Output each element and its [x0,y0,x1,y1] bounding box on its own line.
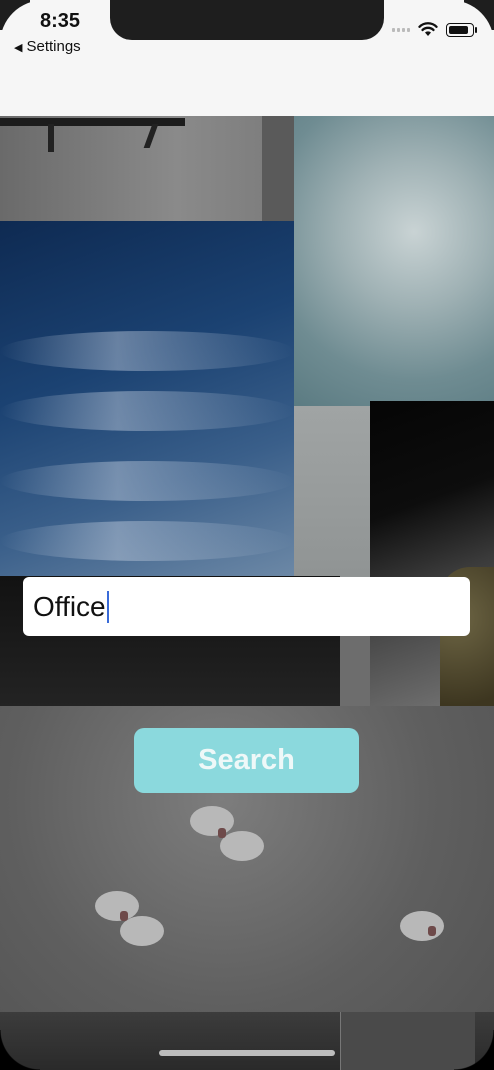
app-screen: 8:35 ◀ Settings Office Search [0,0,494,1070]
back-to-settings-link[interactable]: ◀ Settings [14,38,81,55]
wifi-icon [418,22,438,36]
cellular-signal-icon [392,27,410,32]
home-indicator[interactable] [159,1050,335,1056]
battery-icon [446,22,477,37]
search-button-label: Search [198,744,295,776]
device-notch [110,0,384,40]
search-input[interactable]: Office [23,577,470,636]
shelf-photo [0,116,294,221]
text-caret [106,590,109,623]
back-label: Settings [26,38,81,55]
blue-sky-photo [0,221,294,576]
search-button[interactable]: Search [134,728,359,793]
clouds-photo [294,116,494,406]
status-icons [392,22,477,37]
search-input-value: Office [33,590,106,622]
back-arrow-icon: ◀ [14,42,23,54]
status-time: 8:35 [40,10,81,32]
navigation-bar: 8:35 ◀ Settings [0,0,494,116]
